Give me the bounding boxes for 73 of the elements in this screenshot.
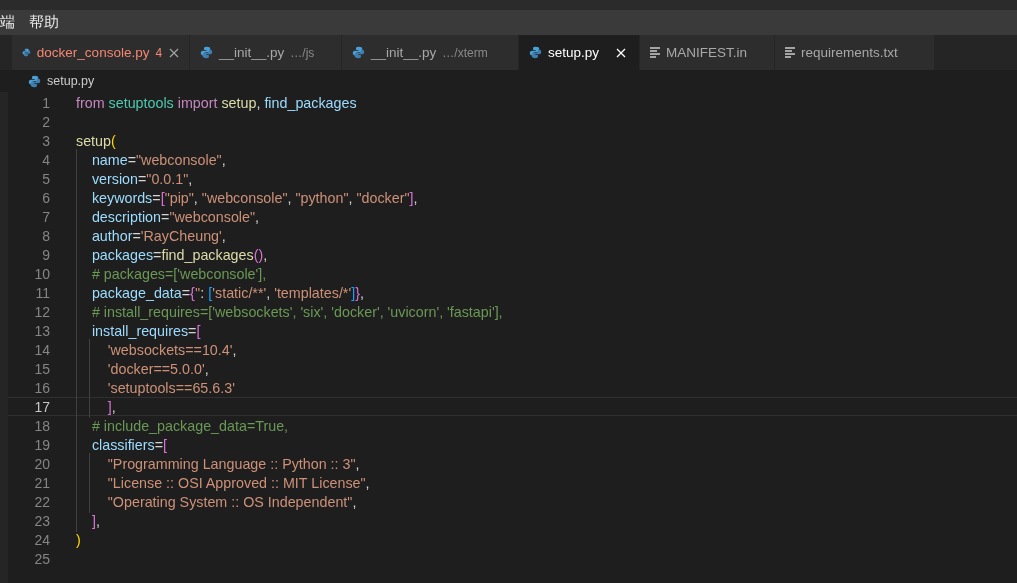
line-number: 3 [41, 132, 50, 149]
line-number: 2 [41, 113, 50, 130]
line-number: 22 [33, 493, 50, 510]
line-number: 7 [41, 208, 50, 225]
code-line: 'docker==5.0.0', [76, 360, 209, 377]
line-number: 6 [41, 189, 50, 206]
python-icon [352, 46, 365, 59]
lines-icon [785, 47, 795, 58]
menu-item[interactable]: 帮助 [29, 13, 59, 32]
editor-tab[interactable]: __init__.py …/xterm [342, 35, 519, 70]
tab-path: …/xterm [442, 45, 488, 60]
code-line: # packages=['webconsole'], [76, 265, 267, 282]
code-line: author='RayCheung', [76, 227, 226, 244]
line-number: 25 [33, 550, 50, 567]
tab-label: __init__.py [219, 45, 285, 60]
line-number: 20 [33, 455, 50, 472]
editor-tab[interactable]: requirements.txt [775, 35, 935, 70]
code-line: ) [76, 531, 81, 548]
lines-icon [650, 47, 660, 58]
code-line: version="0.0.1", [76, 170, 193, 187]
tab-label: requirements.txt [801, 45, 898, 60]
line-number: 5 [41, 170, 50, 187]
line-number: 14 [33, 341, 50, 358]
python-icon [200, 46, 213, 59]
line-number: 4 [41, 151, 50, 168]
line-number: 21 [33, 474, 50, 491]
python-icon [28, 74, 41, 88]
code-line: 'websockets==10.4', [76, 341, 237, 358]
code-line: package_data={'': ['static/**', 'templates/*']}, [76, 284, 364, 301]
line-number: 24 [33, 531, 50, 548]
line-number: 1 [41, 94, 50, 111]
editor-tab[interactable]: setup.py [519, 35, 640, 70]
line-number: 12 [33, 303, 50, 320]
menu-item[interactable]: 端 [0, 13, 15, 32]
code-line: # include_package_data=True, [76, 417, 289, 434]
code-line: name="webconsole", [76, 151, 226, 168]
code-line: "Programming Language :: Python :: 3", [76, 455, 360, 472]
code-line: from setuptools import setup, find_packages [76, 94, 357, 111]
line-number: 9 [41, 246, 50, 263]
code-line: description="webconsole", [76, 208, 260, 225]
line-number: 11 [34, 284, 50, 301]
editor-tab[interactable]: MANIFEST.in [640, 35, 775, 70]
code-line: packages=find_packages(), [76, 246, 268, 263]
line-number: 10 [33, 265, 50, 282]
code-line: ], [76, 512, 100, 529]
line-number: 15 [33, 360, 50, 377]
python-icon [529, 46, 542, 59]
code-line: keywords=["pip", "webconsole", "python", "docker"], [76, 189, 418, 206]
code-line: setup( [76, 132, 116, 149]
breadcrumb-item[interactable]: setup.py [47, 74, 95, 88]
line-number: 18 [33, 417, 50, 434]
problem-count: 4 [155, 45, 163, 60]
code-line: install_requires=[ [76, 322, 201, 339]
editor-tab[interactable]: __init__.py …/js [190, 35, 342, 70]
tab-label: __init__.py [371, 45, 437, 60]
line-number: 23 [33, 512, 50, 529]
tab-path: …/js [290, 45, 315, 60]
tab-label: setup.py [548, 45, 600, 60]
python-icon [22, 46, 31, 59]
code-line: 'setuptools==65.6.3' [76, 379, 235, 396]
editor-tab[interactable]: docker_console.py 4 [12, 35, 190, 70]
code-line: "License :: OSI Approved :: MIT License", [76, 474, 370, 491]
line-number: 13 [33, 322, 50, 339]
tab-label: docker_console.py [36, 45, 150, 60]
code-line: classifiers=[ [76, 436, 167, 453]
tab-label: MANIFEST.in [666, 45, 747, 60]
line-number: 17 [33, 398, 50, 415]
code-line: ], [76, 398, 116, 415]
line-number: 16 [33, 379, 50, 396]
code-line: "Operating System :: OS Independent", [76, 493, 357, 510]
line-number: 19 [33, 436, 50, 453]
line-number: 8 [41, 227, 50, 244]
code-line: # install_requires=['websockets', 'six', 'docker', 'uvicorn', 'fastapi'], [76, 303, 503, 320]
